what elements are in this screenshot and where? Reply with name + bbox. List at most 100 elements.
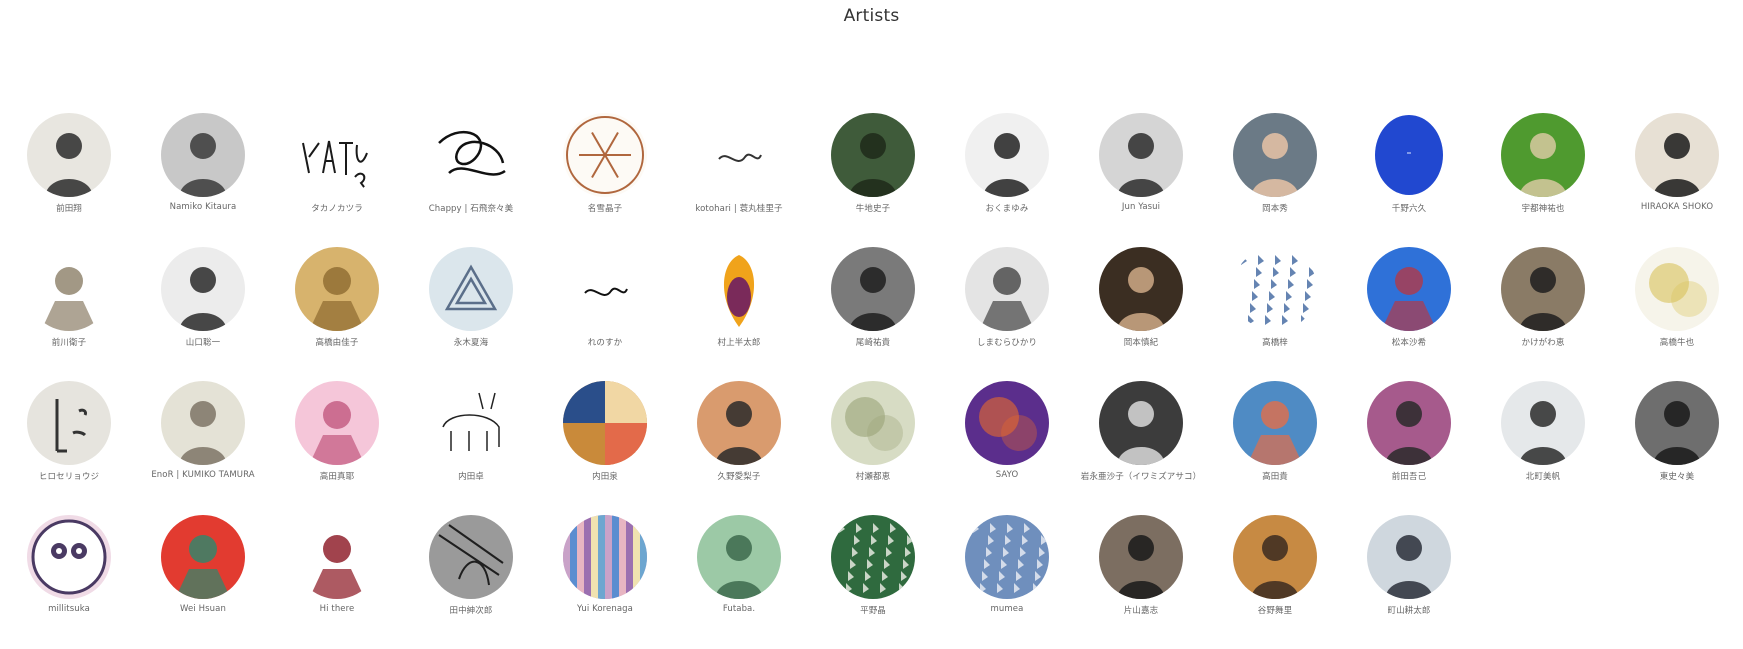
- artist-avatar[interactable]: [1635, 381, 1719, 465]
- artist-avatar[interactable]: [965, 515, 1049, 599]
- artist-avatar[interactable]: [563, 247, 647, 331]
- artist-avatar[interactable]: [1367, 381, 1451, 465]
- artist-name[interactable]: Wei Hsuan: [180, 604, 226, 614]
- artist-name[interactable]: Chappy | 石飛奈々美: [429, 202, 514, 214]
- artist-card[interactable]: 山口聡一: [136, 247, 270, 381]
- artist-avatar[interactable]: [965, 247, 1049, 331]
- artist-avatar[interactable]: [1501, 247, 1585, 331]
- artist-card[interactable]: 高橋梓: [1208, 247, 1342, 381]
- artist-avatar[interactable]: [161, 381, 245, 465]
- artist-card[interactable]: 久野愛梨子: [672, 381, 806, 515]
- artist-name[interactable]: 谷野舞里: [1258, 604, 1292, 616]
- artist-avatar[interactable]: [27, 247, 111, 331]
- artist-name[interactable]: Yui Korenaga: [577, 604, 633, 614]
- artist-name[interactable]: 前田吾己: [1392, 470, 1426, 482]
- artist-name[interactable]: 岩永亜沙子（イワミズアサコ）: [1081, 470, 1201, 482]
- artist-name[interactable]: Hi there: [320, 604, 355, 614]
- artist-name[interactable]: SAYO: [996, 470, 1019, 480]
- artist-name[interactable]: 山口聡一: [186, 336, 220, 348]
- artist-name[interactable]: mumea: [991, 604, 1024, 614]
- artist-avatar[interactable]: [831, 247, 915, 331]
- artist-name[interactable]: millitsuka: [48, 604, 90, 614]
- artist-avatar[interactable]: [1367, 113, 1451, 197]
- artist-name[interactable]: かけがわ恵: [1521, 336, 1564, 348]
- artist-name[interactable]: れのすか: [588, 336, 622, 348]
- artist-avatar[interactable]: [697, 515, 781, 599]
- artist-name[interactable]: HIRAOKA SHOKO: [1641, 202, 1713, 212]
- artist-card[interactable]: 村瀬都恵: [806, 381, 940, 515]
- artist-card[interactable]: 岡本慎紀: [1074, 247, 1208, 381]
- artist-card[interactable]: Wei Hsuan: [136, 515, 270, 649]
- artist-avatar[interactable]: [161, 247, 245, 331]
- artist-avatar[interactable]: [1099, 113, 1183, 197]
- artist-card[interactable]: 前田吾己: [1342, 381, 1476, 515]
- artist-avatar[interactable]: [295, 113, 379, 197]
- artist-card[interactable]: 町山耕太郎: [1342, 515, 1476, 649]
- artist-avatar[interactable]: [27, 381, 111, 465]
- artist-card[interactable]: 千野六久: [1342, 113, 1476, 247]
- artist-card[interactable]: 高田貴: [1208, 381, 1342, 515]
- artist-avatar[interactable]: [1635, 247, 1719, 331]
- artist-card[interactable]: 田中紳次郎: [404, 515, 538, 649]
- artist-card[interactable]: 内田泉: [538, 381, 672, 515]
- artist-avatar[interactable]: [295, 515, 379, 599]
- artist-card[interactable]: 永木夏海: [404, 247, 538, 381]
- artist-name[interactable]: おくまゆみ: [985, 202, 1028, 214]
- artist-card[interactable]: mumea: [940, 515, 1074, 649]
- artist-name[interactable]: 尾崎祐貴: [856, 336, 890, 348]
- artist-name[interactable]: 北町美帆: [1526, 470, 1560, 482]
- artist-card[interactable]: 松本沙希: [1342, 247, 1476, 381]
- artist-avatar[interactable]: [831, 381, 915, 465]
- artist-name[interactable]: 牛地史子: [856, 202, 890, 214]
- artist-name[interactable]: 久野愛梨子: [717, 470, 760, 482]
- artist-card[interactable]: 岡本秀: [1208, 113, 1342, 247]
- artist-name[interactable]: 東史々美: [1660, 470, 1694, 482]
- artist-name[interactable]: 田中紳次郎: [449, 604, 492, 616]
- artist-name[interactable]: Jun Yasui: [1122, 202, 1160, 212]
- artist-card[interactable]: 高橋由佳子: [270, 247, 404, 381]
- artist-card[interactable]: 東史々美: [1610, 381, 1743, 515]
- artist-name[interactable]: 岡本慎紀: [1124, 336, 1158, 348]
- artist-card[interactable]: 岩永亜沙子（イワミズアサコ）: [1074, 381, 1208, 515]
- artist-card[interactable]: れのすか: [538, 247, 672, 381]
- artist-avatar[interactable]: [563, 381, 647, 465]
- artist-name[interactable]: 村上半太郎: [717, 336, 760, 348]
- artist-avatar[interactable]: [1233, 113, 1317, 197]
- artist-avatar[interactable]: [697, 113, 781, 197]
- artist-name[interactable]: Namiko Kitaura: [170, 202, 237, 212]
- artist-card[interactable]: 片山嘉志: [1074, 515, 1208, 649]
- artist-name[interactable]: 高田真耶: [320, 470, 354, 482]
- artist-name[interactable]: 高橋牛也: [1660, 336, 1694, 348]
- artist-card[interactable]: 村上半太郎: [672, 247, 806, 381]
- artist-name[interactable]: EnoR | KUMIKO TAMURA: [151, 470, 254, 480]
- artist-avatar[interactable]: [295, 247, 379, 331]
- artist-avatar[interactable]: [429, 515, 513, 599]
- artist-name[interactable]: 内田泉: [592, 470, 618, 482]
- artist-card[interactable]: 内田卓: [404, 381, 538, 515]
- artist-card[interactable]: 牛地史子: [806, 113, 940, 247]
- artist-card[interactable]: 平野晶: [806, 515, 940, 649]
- artist-card[interactable]: ヒロセリョウジ: [2, 381, 136, 515]
- artist-card[interactable]: 高橋牛也: [1610, 247, 1743, 381]
- artist-card[interactable]: kotohari | 蓑丸桂里子: [672, 113, 806, 247]
- artist-card[interactable]: Jun Yasui: [1074, 113, 1208, 247]
- artist-avatar[interactable]: [161, 113, 245, 197]
- artist-name[interactable]: 岡本秀: [1262, 202, 1288, 214]
- artist-name[interactable]: kotohari | 蓑丸桂里子: [695, 202, 782, 214]
- artist-card[interactable]: しまむらひかり: [940, 247, 1074, 381]
- artist-avatar[interactable]: [1367, 515, 1451, 599]
- artist-name[interactable]: ヒロセリョウジ: [39, 470, 99, 482]
- artist-card[interactable]: Chappy | 石飛奈々美: [404, 113, 538, 247]
- artist-card[interactable]: 前田翔: [2, 113, 136, 247]
- artist-avatar[interactable]: [831, 515, 915, 599]
- artist-card[interactable]: millitsuka: [2, 515, 136, 649]
- artist-avatar[interactable]: [1501, 113, 1585, 197]
- artist-avatar[interactable]: [1233, 515, 1317, 599]
- artist-name[interactable]: 高田貴: [1262, 470, 1288, 482]
- artist-avatar[interactable]: [161, 515, 245, 599]
- artist-avatar[interactable]: [429, 247, 513, 331]
- artist-card[interactable]: EnoR | KUMIKO TAMURA: [136, 381, 270, 515]
- artist-card[interactable]: Futaba.: [672, 515, 806, 649]
- artist-card[interactable]: Namiko Kitaura: [136, 113, 270, 247]
- artist-name[interactable]: 町山耕太郎: [1387, 604, 1430, 616]
